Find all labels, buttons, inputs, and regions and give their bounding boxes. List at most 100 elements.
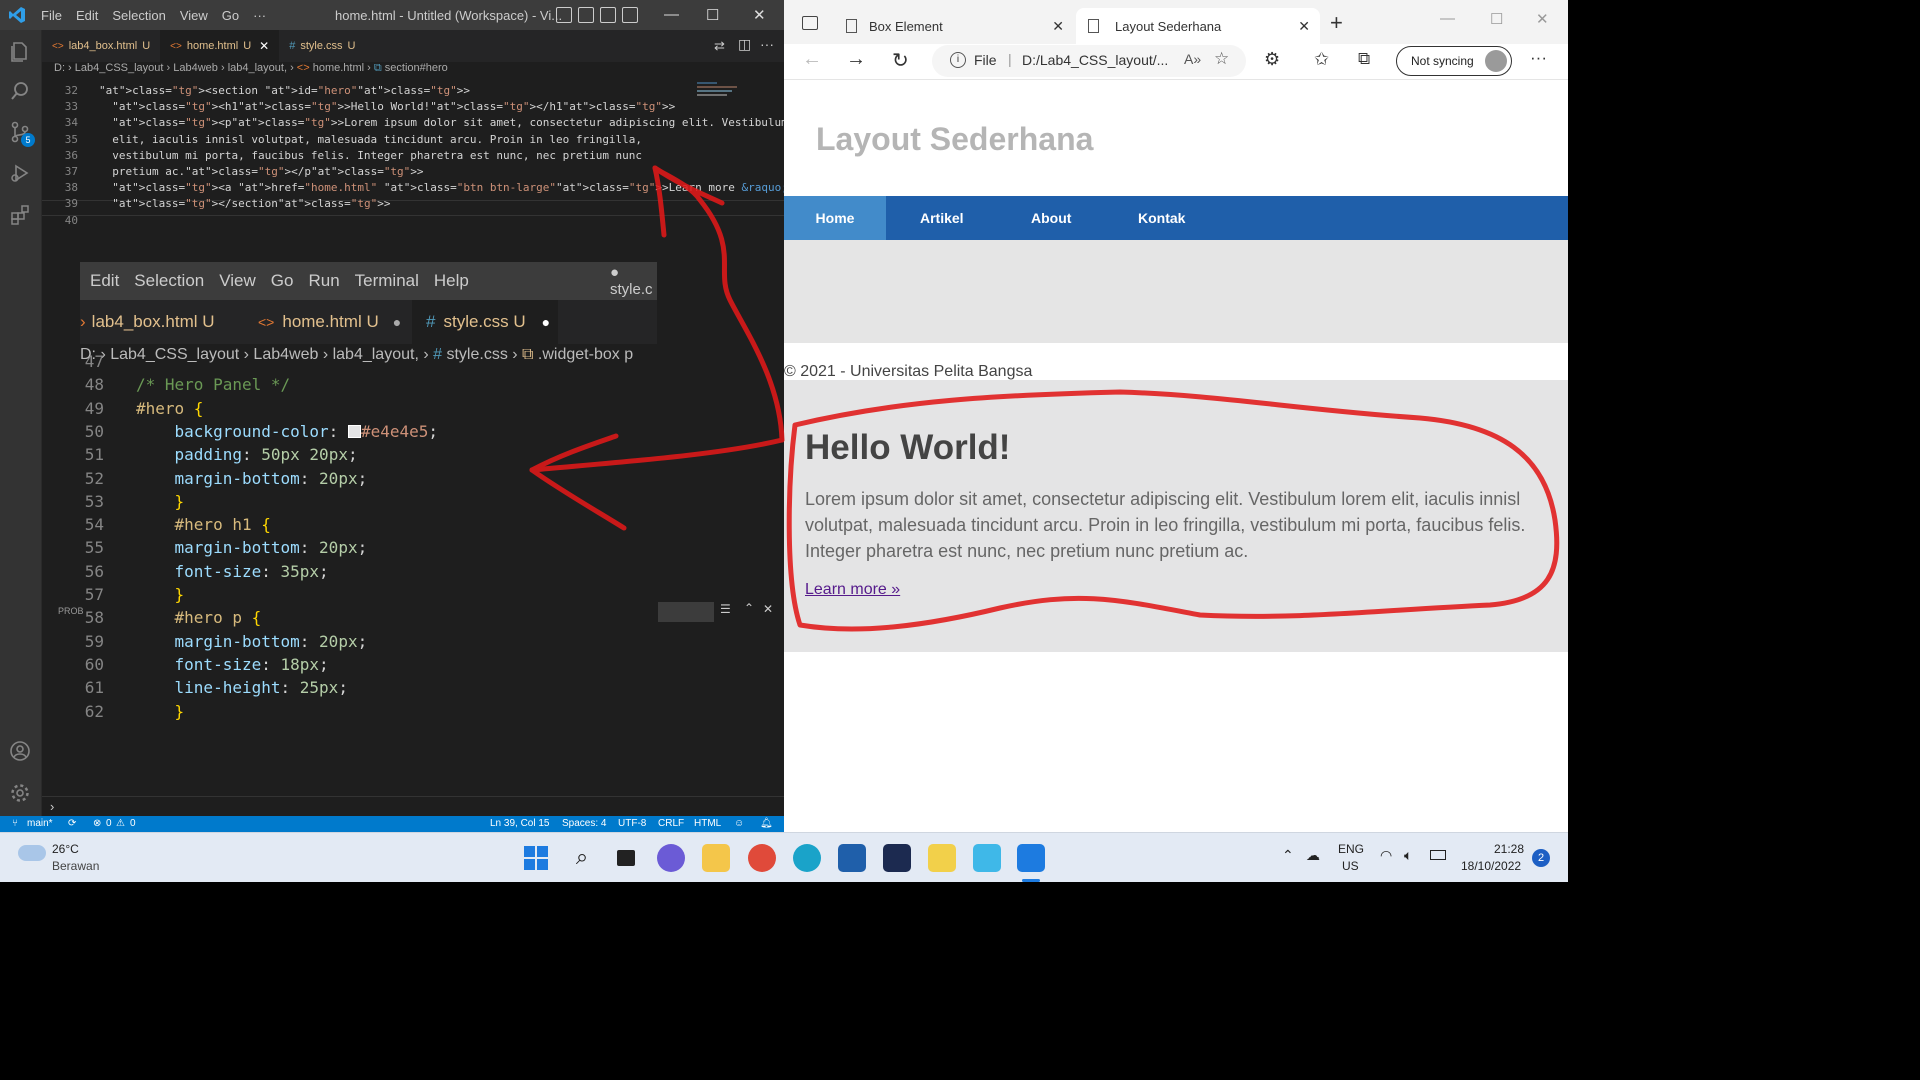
html-editor[interactable]: 32 "at">class="tg"><section "at">id="hero… [42, 80, 784, 260]
address-bar[interactable]: i File | D:/Lab4_CSS_layout/... A» ☆ [932, 45, 1246, 77]
refresh-icon[interactable]: ↻ [892, 48, 909, 73]
file-explorer-icon[interactable] [702, 844, 730, 872]
menu-go[interactable]: Go [215, 8, 246, 23]
weather-temp[interactable]: 26°C [52, 842, 79, 856]
onedrive-icon[interactable]: ☁ [1306, 847, 1320, 864]
maximize-icon[interactable]: ☐ [706, 6, 719, 24]
minimap[interactable] [697, 80, 757, 140]
tab-home-html[interactable]: <> home.html U ● [258, 300, 401, 344]
breadcrumb-item[interactable]: Lab4web [253, 346, 318, 363]
devcpp-icon[interactable] [883, 844, 911, 872]
line-ending[interactable]: CRLF [658, 818, 684, 829]
collections-icon[interactable]: ⧉ [1358, 49, 1370, 69]
tab-close-icon[interactable]: ✕ [1298, 18, 1310, 35]
volume-icon[interactable]: 🔈︎ [1404, 847, 1412, 864]
vscode-taskbar-icon[interactable] [1017, 844, 1045, 872]
panel-list-icon[interactable]: ☰ [720, 602, 731, 616]
run-debug-icon[interactable] [9, 162, 31, 184]
tab-lab4-box[interactable]: › lab4_box.html U [80, 300, 215, 344]
maximize-icon[interactable]: ☐ [1490, 10, 1503, 28]
show-hidden-icons-icon[interactable]: ⌃ [1282, 847, 1294, 864]
address-url[interactable]: D:/Lab4_CSS_layout/... [1022, 52, 1168, 68]
nav-home[interactable]: Home [784, 196, 886, 240]
menu-view[interactable]: View [209, 271, 261, 291]
search-icon[interactable]: ⌕ [568, 844, 596, 872]
errors-icon[interactable]: ⊗ [93, 818, 101, 829]
battery-icon[interactable] [1430, 850, 1446, 860]
terminal-prompt-icon[interactable]: › [42, 796, 784, 816]
css-editor[interactable]: 47 48 /* Hero Panel */ 49 #hero {50 backgrou… [80, 352, 657, 757]
breadcrumb-item[interactable]: Lab4web [173, 62, 218, 74]
branch-icon[interactable]: ⑂ [12, 818, 18, 829]
accounts-icon[interactable] [9, 740, 31, 762]
clock-date[interactable]: 18/10/2022 [1461, 859, 1521, 873]
panel-close-icon[interactable]: ✕ [763, 602, 773, 616]
minimize-icon[interactable]: — [1440, 10, 1455, 27]
unsaved-dot-icon[interactable]: ● [542, 314, 550, 330]
language-mode[interactable]: HTML [694, 818, 721, 829]
close-icon[interactable]: ✕ [753, 6, 766, 24]
menu-go[interactable]: Go [261, 271, 299, 291]
breadcrumb-item[interactable]: lab4_layout, [228, 62, 287, 74]
browser-tab-box-element[interactable]: Box Element ✕ [834, 8, 1074, 44]
browser-tab-layout-sederhana[interactable]: Layout Sederhana ✕ [1076, 8, 1320, 44]
tab-close-icon[interactable]: ✕ [259, 39, 269, 53]
menu-help[interactable]: Help [424, 271, 474, 291]
chrome-icon[interactable] [748, 844, 776, 872]
breadcrumb-item[interactable]: style.css [446, 346, 507, 363]
menu-file[interactable]: File [34, 8, 69, 23]
tab-style-css[interactable]: # style.css U ● [412, 300, 558, 344]
input-region[interactable]: US [1342, 859, 1359, 873]
edge-icon[interactable] [793, 844, 821, 872]
color-swatch[interactable] [347, 424, 361, 438]
errors-count[interactable]: 0 [106, 818, 112, 829]
search-icon[interactable] [9, 80, 31, 102]
settings-gear-icon[interactable] [9, 782, 31, 804]
panel-problems-tab[interactable]: PROB [42, 598, 84, 618]
breadcrumb-item[interactable]: lab4_layout, [333, 346, 419, 363]
read-aloud-icon[interactable]: A» [1184, 51, 1201, 67]
teams-chat-icon[interactable] [657, 844, 685, 872]
breadcrumb-item[interactable]: home.html [313, 62, 364, 74]
settings-more-icon[interactable]: ··· [1530, 48, 1547, 68]
add-favorite-icon[interactable]: ☆ [1214, 49, 1229, 69]
toggle-secondary-sidebar-icon[interactable] [600, 7, 616, 23]
toggle-panel-icon[interactable] [578, 7, 594, 23]
compare-changes-icon[interactable]: ⇄ [714, 38, 725, 54]
breadcrumb-item[interactable]: Lab4_CSS_layout [75, 62, 164, 74]
more-actions-icon[interactable]: ··· [760, 36, 774, 52]
nav-artikel[interactable]: Artikel [920, 196, 964, 240]
weather-desc[interactable]: Berawan [52, 859, 99, 873]
breadcrumb-item[interactable]: .widget-box p [538, 346, 633, 363]
encoding[interactable]: UTF-8 [618, 818, 646, 829]
breadcrumb-item[interactable]: section#hero [385, 62, 448, 74]
task-view-icon[interactable] [612, 844, 640, 872]
minimize-icon[interactable]: — [664, 6, 679, 23]
menu-selection[interactable]: Selection [124, 271, 209, 291]
clock-time[interactable]: 21:28 [1494, 842, 1524, 856]
tab-home-html[interactable]: <> home.html U ✕ [160, 30, 280, 62]
git-icon[interactable] [973, 844, 1001, 872]
panel-filter-input[interactable] [658, 602, 714, 622]
menu-terminal[interactable]: Terminal [345, 271, 424, 291]
menu-run[interactable]: Run [298, 271, 344, 291]
branch-name[interactable]: main* [27, 818, 53, 829]
input-language[interactable]: ENG [1338, 842, 1364, 856]
python-icon[interactable] [928, 844, 956, 872]
back-icon[interactable]: ← [802, 48, 822, 71]
feedback-icon[interactable]: ☺ [734, 818, 744, 829]
new-tab-icon[interactable]: + [1330, 10, 1343, 36]
breadcrumb-item[interactable]: Lab4_CSS_layout [110, 346, 239, 363]
menu-edit[interactable]: Edit [80, 271, 124, 291]
indentation[interactable]: Spaces: 4 [562, 818, 606, 829]
profile-sync-button[interactable]: Not syncing [1396, 46, 1512, 76]
notifications-bell-icon[interactable]: 🔔︎ [760, 818, 773, 829]
nav-about[interactable]: About [1031, 196, 1071, 240]
menu-more[interactable]: ··· [246, 8, 273, 23]
warnings-icon[interactable]: ⚠ [116, 818, 125, 829]
breadcrumb-item[interactable]: D: [54, 62, 65, 74]
customize-layout-icon[interactable] [622, 7, 638, 23]
unsaved-dot-icon[interactable]: ● [393, 314, 401, 330]
split-editor-icon[interactable]: ◫ [738, 36, 751, 53]
tab-close-icon[interactable]: ✕ [1052, 18, 1064, 35]
